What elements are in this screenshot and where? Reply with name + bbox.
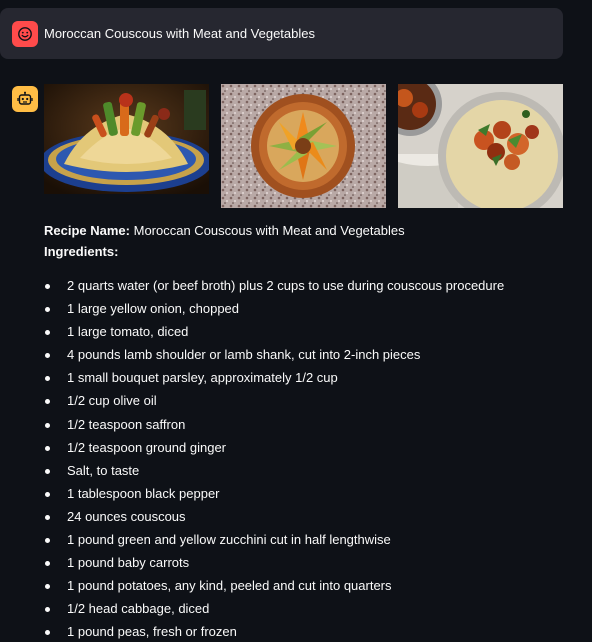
ingredient-item: 24 ounces couscous [44,508,564,531]
recipe-name-value: Moroccan Couscous with Meat and Vegetabl… [133,223,405,238]
ingredient-item: 1 pound peas, fresh or frozen [44,623,564,642]
ingredients-heading: Ingredients: [44,244,119,259]
ingredient-item: 1/2 teaspoon saffron [44,416,564,439]
ingredient-item: 4 pounds lamb shoulder or lamb shank, cu… [44,346,564,369]
assistant-avatar [12,86,38,112]
smiley-face-icon [18,27,32,41]
user-avatar [12,21,38,47]
ingredient-item: 1 large yellow onion, chopped [44,300,564,323]
user-message-text: Moroccan Couscous with Meat and Vegetabl… [44,26,315,41]
robot-icon [17,91,33,105]
ingredients-list: 2 quarts water (or beef broth) plus 2 cu… [44,277,564,642]
ingredient-item: Salt, to taste [44,462,564,485]
ingredient-item: 1 small bouquet parsley, approximately 1… [44,369,564,392]
couscous-vegetables-image [398,84,563,208]
couscous-platter-image [44,84,209,194]
ingredient-item: 1 tablespoon black pepper [44,485,564,508]
recipe-name-line: Recipe Name: Moroccan Couscous with Meat… [44,222,405,240]
ingredient-item: 1 pound potatoes, any kind, peeled and c… [44,577,564,600]
chat-page: Moroccan Couscous with Meat and Vegetabl… [0,0,592,642]
ingredient-item: 1/2 head cabbage, diced [44,600,564,623]
ingredient-item: 1 large tomato, diced [44,323,564,346]
couscous-bowl-image [221,84,386,208]
ingredient-item: 1/2 teaspoon ground ginger [44,439,564,462]
ingredient-item: 1 pound baby carrots [44,554,564,577]
ingredient-item: 2 quarts water (or beef broth) plus 2 cu… [44,277,564,300]
ingredient-item: 1/2 cup olive oil [44,392,564,415]
user-message: Moroccan Couscous with Meat and Vegetabl… [0,8,563,59]
recipe-name-label: Recipe Name: [44,223,130,238]
ingredient-item: 1 pound green and yellow zucchini cut in… [44,531,564,554]
